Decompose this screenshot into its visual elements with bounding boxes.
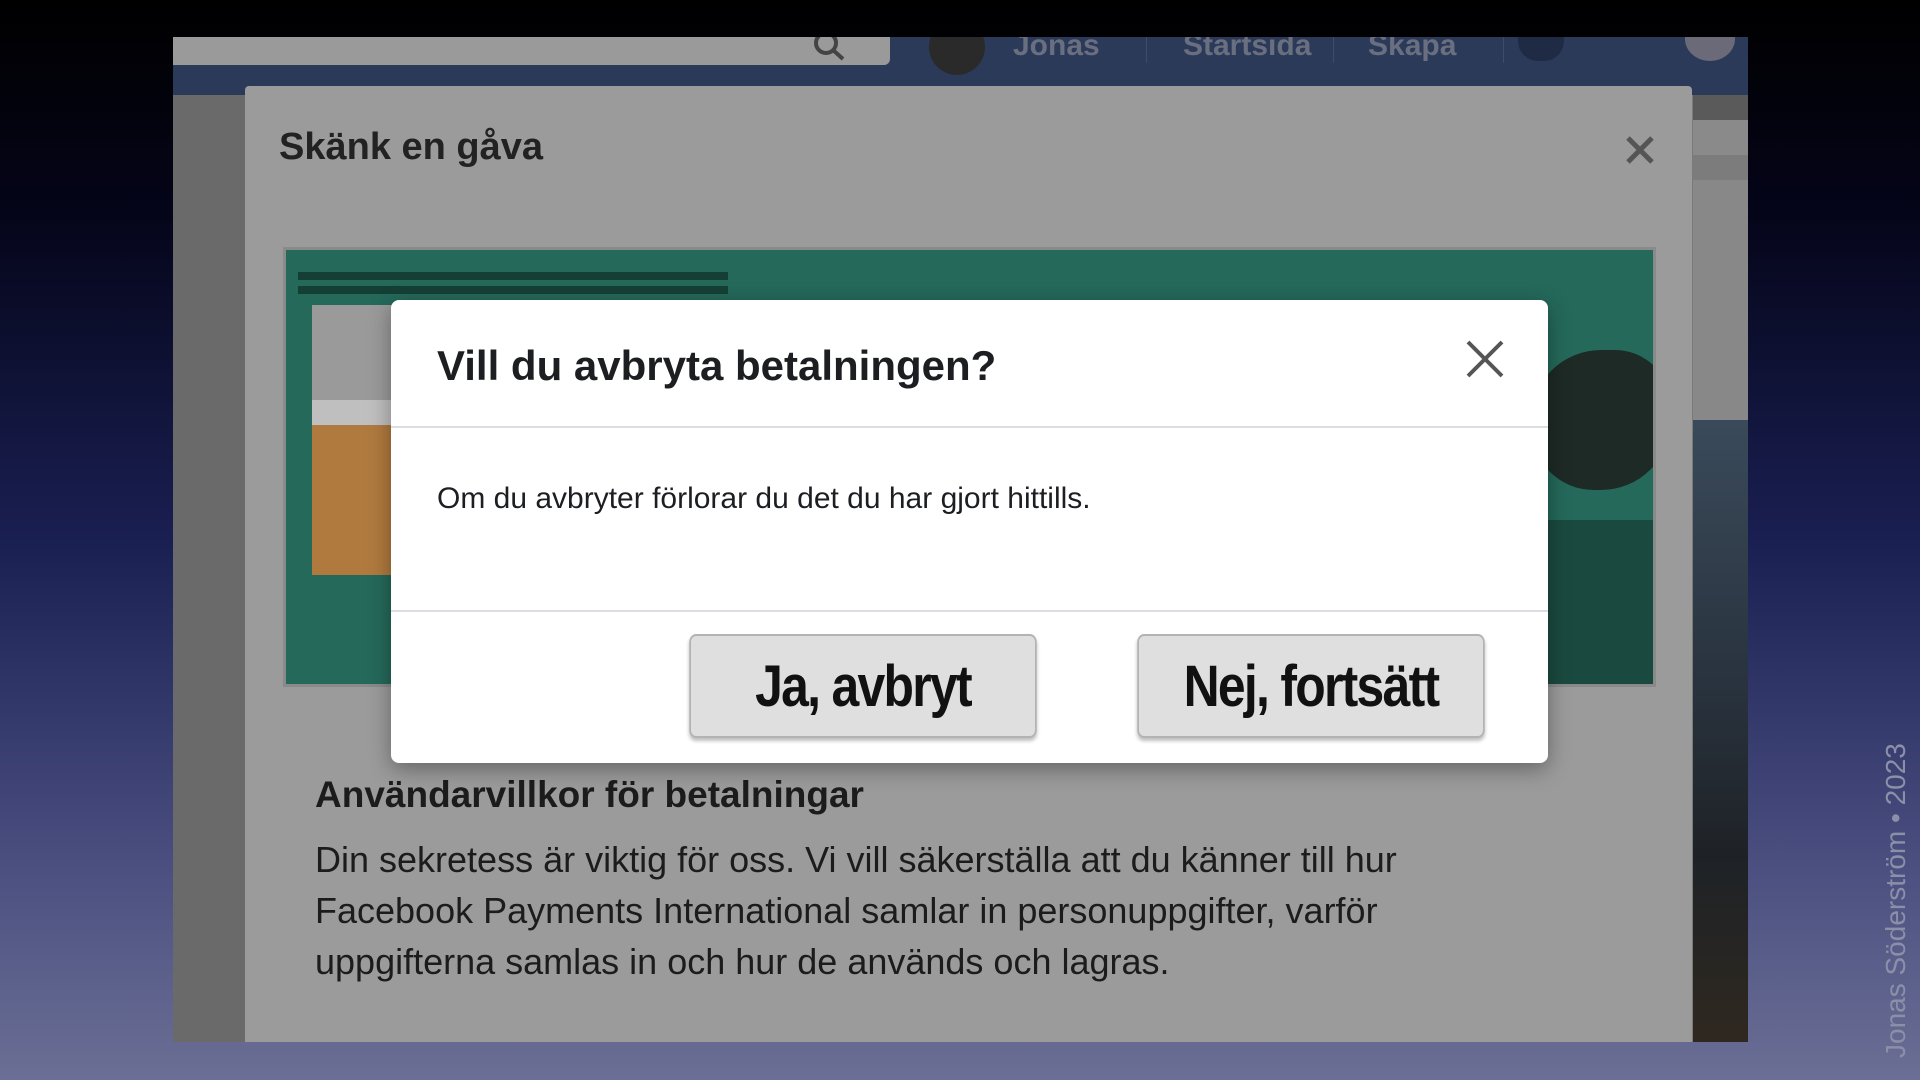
nav-home[interactable]: Startsida [1183, 37, 1311, 63]
nav-divider [1333, 37, 1334, 63]
watermark: Jonas Söderström • 2023 [1880, 743, 1911, 1058]
dialog-message: Om du avbryter förlorar du det du har gj… [437, 482, 1091, 515]
dialog-title: Vill du avbryta betalningen? [437, 342, 997, 389]
cover-photo [1693, 420, 1748, 1042]
dialog-divider [391, 610, 1548, 612]
dialog-header: Vill du avbryta betalningen? [391, 300, 1548, 428]
friends-icon[interactable] [1518, 37, 1564, 61]
nav-divider [1146, 37, 1147, 63]
avatar[interactable] [929, 37, 985, 75]
messenger-icon[interactable] [1685, 37, 1735, 61]
terms-text: Din sekretess är viktig för oss. Vi vill… [315, 839, 1397, 982]
nav-profile[interactable]: Jonas [1013, 37, 1100, 63]
search-input[interactable] [173, 37, 890, 65]
search-icon[interactable] [813, 37, 853, 63]
terms-heading: Användarvillkor för betalningar [315, 774, 864, 815]
right-background [1693, 95, 1748, 1042]
cancel-payment-dialog: Vill du avbryta betalningen? Om du avbry… [391, 300, 1548, 763]
left-background [173, 95, 245, 1042]
cancel-payment-button[interactable]: Ja, avbryt [689, 634, 1037, 738]
gift-modal-title: Skänk en gåva [279, 126, 544, 168]
gift-close-icon[interactable] [1625, 126, 1655, 172]
nav-create[interactable]: Skapa [1368, 37, 1456, 63]
nav-divider [1503, 37, 1504, 63]
continue-payment-button[interactable]: Nej, fortsätt [1137, 634, 1485, 738]
close-icon[interactable] [1464, 338, 1506, 380]
